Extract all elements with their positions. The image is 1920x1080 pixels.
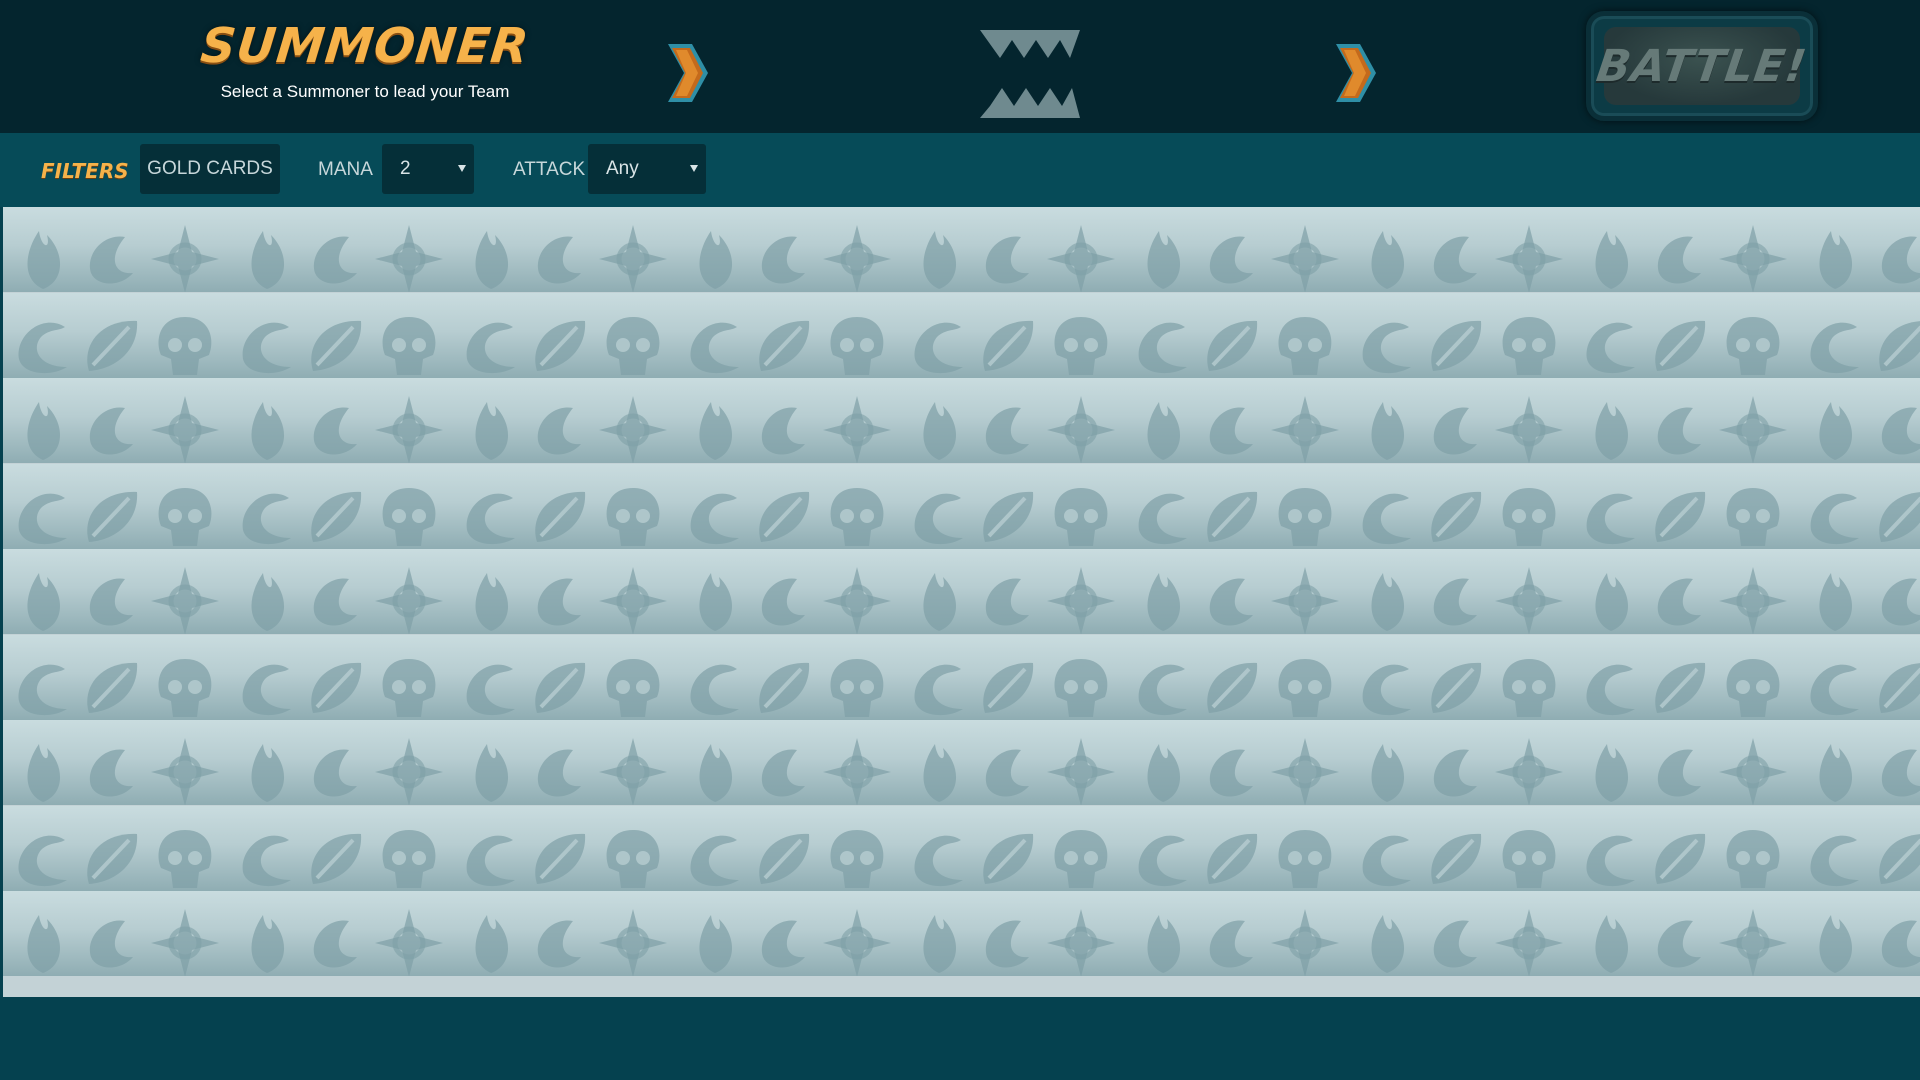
element-pattern-icon <box>27 396 1920 463</box>
element-pattern-icon <box>18 488 1920 546</box>
monster-teeth-icon[interactable] <box>980 28 1080 120</box>
step-title: SUMMONER <box>198 18 532 74</box>
summoner-card-row[interactable] <box>3 549 1920 634</box>
summoner-card-row[interactable] <box>3 635 1920 720</box>
caret-down-icon <box>458 165 466 172</box>
mana-select-value: 2 <box>400 158 411 179</box>
caret-down-icon <box>690 165 698 172</box>
top-header: SUMMONER Select a Summoner to lead your … <box>0 0 1920 133</box>
gold-cards-toggle[interactable]: GOLD CARDS <box>140 144 280 194</box>
element-pattern-icon <box>18 830 1920 888</box>
summoner-card-row[interactable] <box>3 720 1920 805</box>
summoner-card-row[interactable] <box>3 891 1920 976</box>
mana-select[interactable]: 2 <box>382 144 474 194</box>
battle-label: BATTLE! <box>1593 40 1811 92</box>
element-pattern-icon <box>18 659 1920 717</box>
chevron-right-icon <box>1336 44 1376 102</box>
filter-bar: FILTERS GOLD CARDS MANA 2 ATTACK Any <box>0 133 1920 207</box>
attack-label: ATTACK <box>513 159 586 180</box>
battle-button[interactable]: BATTLE! <box>1586 11 1818 121</box>
mana-label: MANA <box>318 159 373 180</box>
battle-button-face: BATTLE! <box>1594 27 1810 105</box>
summoner-card-row[interactable] <box>3 806 1920 891</box>
summoner-card-row[interactable] <box>3 293 1920 378</box>
attack-select-value: Any <box>606 158 639 179</box>
element-pattern-icon <box>27 567 1920 634</box>
element-pattern-icon <box>18 317 1920 375</box>
filters-label: FILTERS <box>41 159 129 183</box>
element-pattern-icon <box>27 738 1920 805</box>
chevron-right-icon <box>668 44 708 102</box>
summoner-card-row[interactable] <box>3 464 1920 549</box>
attack-select[interactable]: Any <box>588 144 706 194</box>
summoner-card-row[interactable] <box>3 207 1920 292</box>
summoner-step: SUMMONER Select a Summoner to lead your … <box>160 18 570 102</box>
element-pattern-icon <box>27 225 1920 292</box>
element-pattern-icon <box>27 909 1920 976</box>
summoner-card-row[interactable] <box>3 378 1920 463</box>
step-subtitle: Select a Summoner to lead your Team <box>220 82 510 101</box>
summoner-card-grid <box>3 207 1920 997</box>
bottom-area <box>0 997 1920 1080</box>
